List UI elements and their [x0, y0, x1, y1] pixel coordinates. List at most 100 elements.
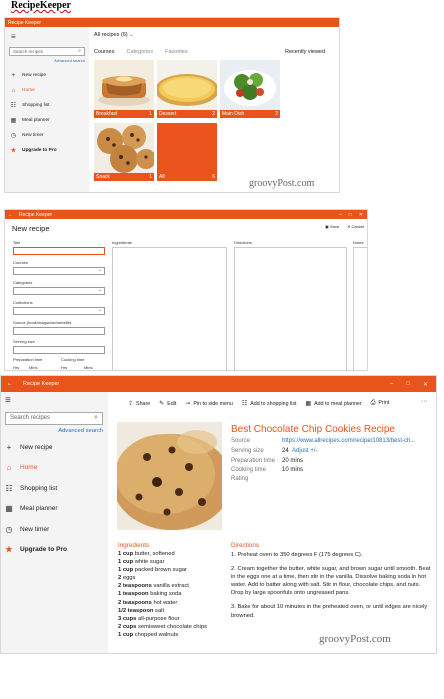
nav-meal-planner[interactable]: ▦ Meal planner [1, 499, 108, 520]
back-arrow-icon[interactable]: ← [7, 381, 13, 387]
list-icon: ☷ [10, 103, 17, 109]
all-recipes-dropdown[interactable]: All recipes (6) ⌄ [94, 32, 134, 38]
ingredients-label: Ingredients [112, 240, 132, 245]
maximize-icon[interactable]: □ [349, 212, 352, 218]
recipe-toolbar: ⇪ Share ✎ Edit ⊸ Pin to side menu ☷ Add to s… [128, 400, 389, 407]
advanced-search-link[interactable]: Advanced search [5, 58, 85, 63]
share-button[interactable]: ⇪ Share [128, 400, 150, 407]
course-tile-snack[interactable]: Snack 1 [94, 123, 154, 181]
search-input[interactable]: Search recipes ⌕ [9, 47, 85, 56]
page-title: New recipe [12, 224, 50, 233]
rating-label: Rating [231, 476, 249, 482]
watermark: groovyPost.com [319, 633, 391, 645]
print-button[interactable]: ⎙ Print [371, 400, 390, 407]
categories-select[interactable]: ⌄ [13, 287, 105, 295]
clock-icon: ◷ [5, 524, 13, 534]
save-button[interactable]: ▣ Save [325, 224, 339, 229]
notes-textarea[interactable] [353, 247, 367, 370]
nav-shopping-list[interactable]: ☷ Shopping list [5, 98, 89, 113]
adjust-servings-link[interactable]: Adjust +/- [292, 448, 318, 454]
collections-select[interactable]: ⌄ [13, 307, 105, 315]
ingredient-item: 1 teaspoon baking soda [118, 591, 182, 598]
course-tile-main-dish[interactable]: Main Dish 2 [220, 60, 280, 118]
serving-size-input[interactable] [13, 346, 105, 354]
ingredient-item: 3 cups all-purpose flour [118, 615, 180, 622]
prep-hrs-label: Hrs [13, 365, 20, 370]
recipe-photo [117, 422, 222, 530]
app-title: Recipe Keeper [23, 381, 60, 387]
directions-heading: Directions [231, 542, 259, 549]
maximize-icon[interactable]: □ [406, 381, 410, 387]
search-input[interactable]: Search recipes ⌕ [5, 412, 103, 425]
hamburger-menu-icon[interactable]: ≡ [5, 395, 108, 406]
plus-icon: + [6, 442, 12, 452]
title-input[interactable] [13, 247, 105, 255]
nav-shopping-list[interactable]: ☷ Shopping list [1, 478, 108, 499]
add-to-shopping-list-button[interactable]: ☷ Add to shopping list [242, 400, 297, 407]
course-tile-all[interactable]: All 6 [157, 123, 217, 181]
advanced-search-link[interactable]: Advanced search [1, 428, 103, 434]
nav-upgrade-to-pro[interactable]: ★ Upgrade to Pro [5, 143, 89, 158]
source-link[interactable]: https://www.allrecipes.com/recipe/10813/… [282, 438, 415, 444]
ingredient-item: 2 eggs [118, 575, 136, 582]
ingredient-item: 1 cup butter, softened [118, 551, 175, 557]
direction-step: 1. Preheat oven to 350 degrees F (175 de… [231, 552, 363, 558]
calendar-icon: ▦ [305, 401, 312, 407]
cooking-time-label: Cooking time [231, 467, 267, 473]
prep-time-value: 20 mins [282, 458, 304, 464]
cookies-image [94, 123, 154, 173]
nav-new-recipe[interactable]: + New recipe [5, 68, 89, 83]
salad-image [220, 60, 280, 110]
title-bar: ← Recipe Keeper – □ ✕ [5, 210, 367, 219]
nav-home[interactable]: ⌂ Home [5, 83, 89, 98]
tab-courses[interactable]: Courses [94, 49, 114, 55]
ingredient-item: 1 cup packed brown sugar [118, 567, 187, 574]
close-icon[interactable]: ✕ [359, 212, 363, 218]
minimize-icon[interactable]: – [339, 212, 342, 218]
nav-home[interactable]: ⌂ Home [1, 458, 108, 479]
list-icon: ☷ [241, 401, 248, 407]
courses-select[interactable]: ⌄ [13, 267, 105, 275]
tab-favorites[interactable]: Favorites [165, 49, 188, 55]
tab-categories[interactable]: Categories [126, 49, 153, 55]
ingredients-textarea[interactable] [112, 247, 227, 370]
ingredient-item: 1/2 teaspoon salt [118, 607, 165, 614]
sidebar: ≡ Search recipes ⌕ Advanced search + New … [1, 392, 108, 653]
edit-button[interactable]: ✎ Edit [159, 400, 176, 407]
course-tile-dessert[interactable]: Dessert 2 [157, 60, 217, 118]
share-icon: ⇪ [128, 401, 134, 407]
add-to-meal-planner-button[interactable]: ▦ Add to meal planner [305, 400, 361, 407]
back-arrow-icon[interactable]: ← [8, 212, 13, 218]
nav-meal-planner[interactable]: ▦ Meal planner [5, 113, 89, 128]
serving-size-value: 24 Adjust +/- [282, 448, 318, 454]
nav-upgrade-to-pro[interactable]: ★ Upgrade to Pro [1, 540, 108, 561]
pin-to-side-menu-button[interactable]: ⊸ Pin to side menu [185, 400, 233, 407]
recipe-keeper-home-window: Recipe Keeper ≡ Search recipes ⌕ Advance… [4, 17, 340, 193]
course-tile-breakfast[interactable]: Breakfast 1 [94, 60, 154, 118]
categories-label: Categories [13, 280, 33, 285]
direction-step: 3. Bake for about 10 minutes in the preh… [231, 604, 428, 619]
nav-new-timer[interactable]: ◷ New timer [5, 128, 89, 143]
hamburger-menu-icon[interactable]: ≡ [11, 32, 89, 41]
cancel-button[interactable]: ✕ Cancel [347, 224, 364, 229]
nav-new-recipe[interactable]: + New recipe [1, 437, 108, 458]
source-input[interactable] [13, 327, 105, 335]
title-bar: Recipe Keeper [5, 18, 339, 27]
search-icon[interactable]: ⌕ [78, 48, 81, 54]
title-bar: ← Recipe Keeper – □ ✕ [1, 376, 436, 392]
clock-icon: ◷ [10, 133, 17, 139]
directions-textarea[interactable] [234, 247, 347, 370]
search-icon[interactable]: ⌕ [94, 414, 98, 422]
close-icon[interactable]: ✕ [423, 381, 428, 388]
nav-new-timer[interactable]: ◷ New timer [1, 519, 108, 540]
home-icon: ⌂ [11, 87, 16, 94]
direction-step: 2. Cream together the butter, white suga… [231, 566, 431, 597]
title-label: Title [13, 240, 21, 245]
prep-time-label: Preparation time [13, 357, 43, 362]
more-options-icon[interactable]: ··· [421, 398, 428, 405]
collections-label: Collections [13, 300, 33, 305]
minimize-icon[interactable]: – [390, 381, 393, 387]
directions-label: Directions [234, 240, 252, 245]
cook-mins-label: Mins [84, 365, 93, 370]
sidebar: ≡ Search recipes ⌕ Advanced search + New … [5, 27, 89, 192]
